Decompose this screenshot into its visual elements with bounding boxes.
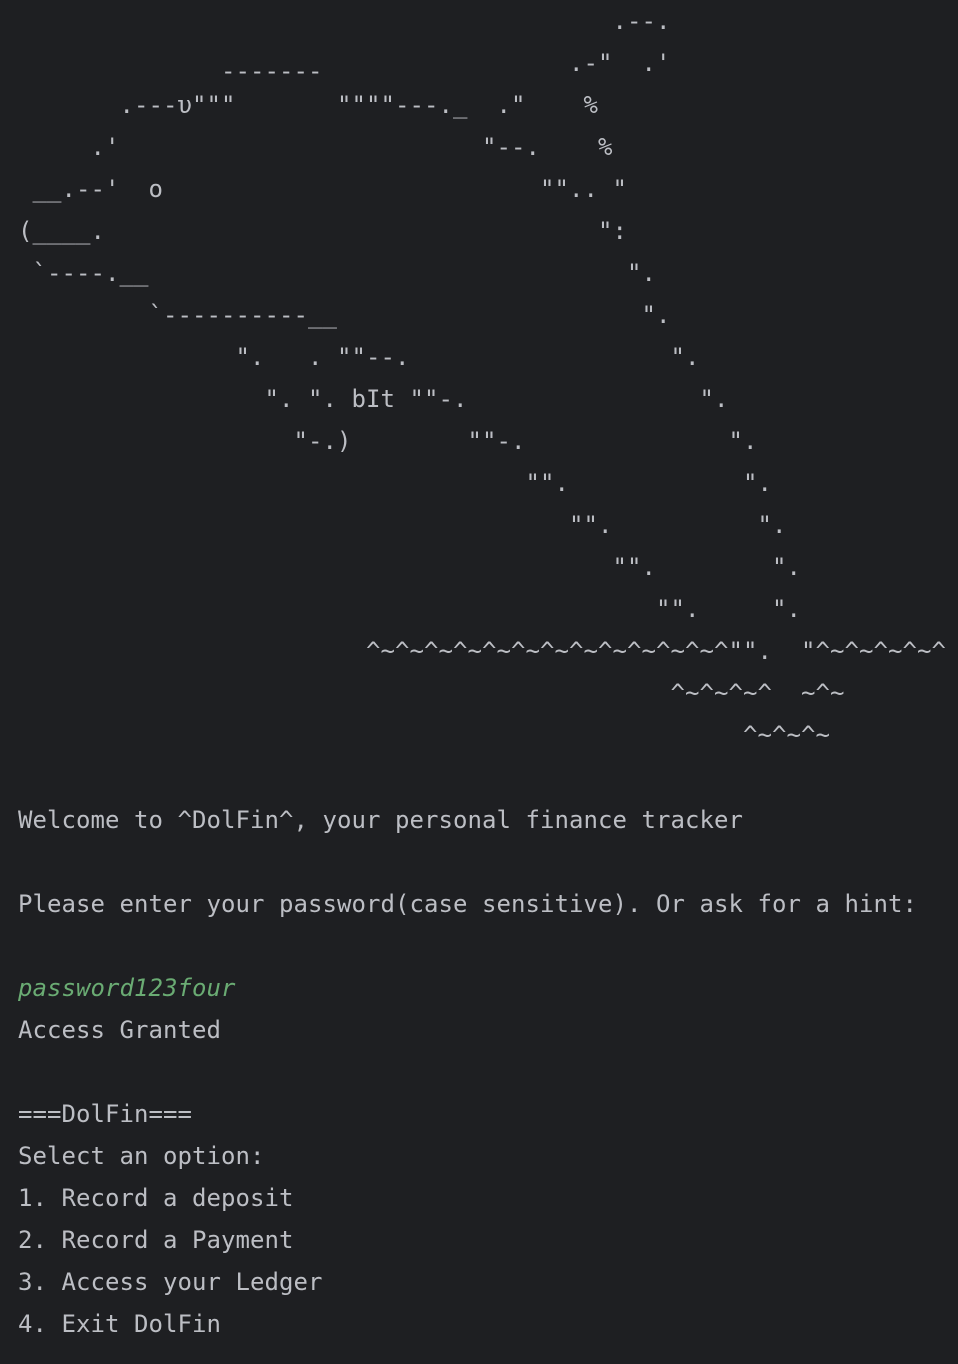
- ascii-art-line: "-.) ""-. ".: [18, 427, 758, 455]
- ascii-art-line: "". ".: [18, 511, 787, 539]
- ascii-art-line: ". ". bIt ""-. ".: [18, 385, 729, 413]
- ascii-art-line: .' "--. %: [18, 133, 613, 161]
- welcome-message: Welcome to ^DolFin^, your personal finan…: [18, 806, 743, 834]
- ascii-art-line: ^~^~^~: [18, 721, 830, 749]
- ascii-art-line: "". ".: [18, 553, 801, 581]
- ascii-art-line: ". . ""--. ".: [18, 343, 700, 371]
- ascii-art-line: "". ".: [18, 595, 801, 623]
- password-input-echo[interactable]: password123four: [18, 967, 948, 1009]
- menu-option-record-deposit: 1. Record a deposit: [18, 1184, 294, 1212]
- program-output: Welcome to ^DolFin^, your personal finan…: [18, 799, 948, 1345]
- terminal-output: .--. .-" .' ------- .---υ""" """"---._ .…: [18, 0, 948, 1364]
- ascii-art-line: "". ".: [18, 469, 772, 497]
- ascii-art-line: ^~^~^~^~^~^~^~^~^~^~^~^~^"". "^~^~^~^~^: [18, 637, 946, 665]
- menu-option-record-payment: 2. Record a Payment: [18, 1226, 294, 1254]
- access-status: Access Granted: [18, 1016, 221, 1044]
- ascii-art-line: ^~^~^~^ ~^~: [18, 679, 845, 707]
- ascii-art-line: .---υ""" """"---._ ." %: [18, 91, 598, 119]
- ascii-art-line: `----.__ ".: [18, 259, 656, 287]
- menu-prompt: Select an option:: [18, 1142, 265, 1170]
- menu-option-access-ledger: 3. Access your Ledger: [18, 1268, 323, 1296]
- password-prompt: Please enter your password(case sensitiv…: [18, 890, 917, 918]
- menu-title: ===DolFin===: [18, 1100, 192, 1128]
- ascii-art-line: __.--' o "".. ": [18, 175, 627, 203]
- ascii-art-line: `----------__ ".: [18, 301, 671, 329]
- ascii-art-line: .--.: [18, 7, 671, 35]
- menu-option-exit: 4. Exit DolFin: [18, 1310, 221, 1338]
- ascii-art-line: (____. ":: [18, 217, 627, 245]
